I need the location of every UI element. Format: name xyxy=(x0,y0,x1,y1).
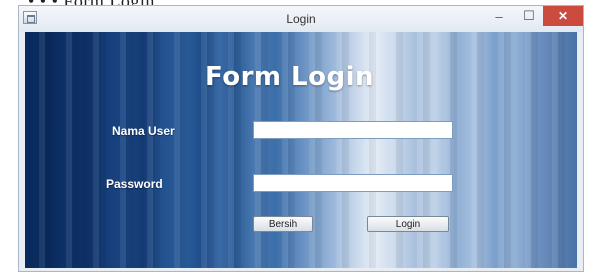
password-label: Password xyxy=(106,177,163,191)
form-title: Form Login xyxy=(205,62,374,92)
login-button[interactable]: Login xyxy=(367,216,449,232)
username-input[interactable] xyxy=(253,121,453,139)
password-input[interactable] xyxy=(253,174,453,192)
username-label: Nama User xyxy=(112,124,175,138)
close-icon[interactable]: ✕ xyxy=(543,6,583,26)
login-window: Login – ☐ ✕ Form Login Nama User Passwor… xyxy=(18,5,584,272)
clear-button[interactable]: Bersih xyxy=(253,216,313,232)
minimize-icon[interactable]: – xyxy=(485,6,513,26)
title-bar[interactable]: Login – ☐ ✕ xyxy=(19,6,583,32)
login-panel: Form Login Nama User Password Bersih Log… xyxy=(25,32,577,268)
maximize-icon[interactable]: ☐ xyxy=(515,6,543,26)
